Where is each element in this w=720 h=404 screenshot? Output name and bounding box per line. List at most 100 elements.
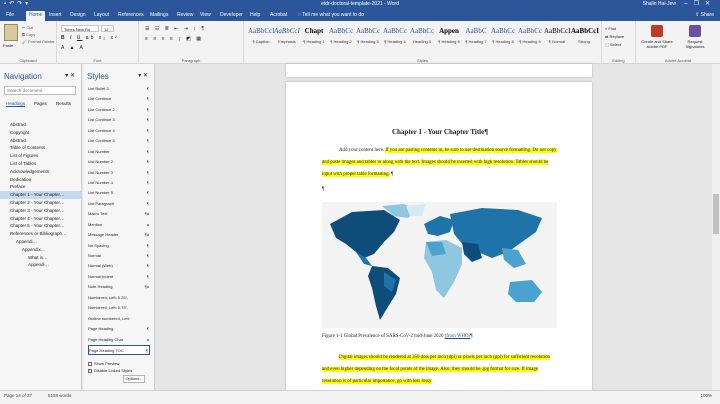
page-count[interactable]: Page 14 of 27 bbox=[4, 393, 32, 398]
select-button[interactable]: ⬚ Select bbox=[605, 41, 624, 49]
style-list-item[interactable]: List Continue 5 ¶ bbox=[88, 136, 150, 146]
restore-icon[interactable]: ❐ bbox=[694, 1, 705, 7]
tab-results[interactable]: Results bbox=[56, 101, 71, 106]
style-list-item[interactable]: Mention a bbox=[88, 220, 150, 230]
nav-heading-item[interactable]: Chapter 1 - Your Chapter… bbox=[0, 191, 82, 199]
cut-button[interactable]: ✂ Cut bbox=[22, 24, 55, 31]
style-heading-4[interactable]: AaBbCc ¶ Heading 4 bbox=[382, 24, 408, 51]
style-list-item[interactable]: Numbered, Left: 0.75", bbox=[88, 303, 150, 313]
replace-button[interactable]: ⇄ Replace bbox=[605, 33, 624, 41]
nav-heading-item[interactable]: Preface bbox=[0, 183, 82, 191]
word-count[interactable]: 5158 words bbox=[48, 393, 71, 398]
source-link[interactable]: (from WHO) bbox=[445, 334, 471, 339]
style-strong[interactable]: AaBbCcI Strong bbox=[571, 24, 599, 51]
nav-heading-item[interactable]: Abstract bbox=[0, 137, 82, 145]
style-emphasis[interactable]: AaBbCcI Emphasis bbox=[274, 24, 300, 51]
figure-caption[interactable]: Figure 1-1 Global Prevalence of SARS-CoV… bbox=[322, 334, 558, 339]
style-list-item[interactable]: Page Heading ¶ bbox=[88, 324, 150, 334]
paste-icon[interactable] bbox=[4, 24, 18, 41]
nav-heading-item[interactable]: Appendix… bbox=[0, 246, 82, 254]
style-heading-3[interactable]: AaBbCc ¶ Heading 3 bbox=[355, 24, 381, 51]
style-list-item[interactable]: Outline numbered, Left: bbox=[88, 314, 150, 324]
style-list-item[interactable]: Normal Indent ¶ bbox=[88, 272, 150, 282]
tab-acrobat[interactable]: Acrobat bbox=[270, 12, 287, 18]
scrollbar-thumb[interactable] bbox=[713, 194, 719, 234]
paste-button[interactable]: Paste bbox=[3, 43, 13, 48]
tab-help[interactable]: Help bbox=[250, 12, 260, 18]
style-list-item[interactable]: Note Heading ¶a bbox=[88, 282, 150, 292]
disable-linked-styles-checkbox[interactable]: Disable Linked Styles bbox=[88, 368, 132, 373]
search-document-input[interactable]: Search document bbox=[4, 86, 76, 95]
tab-home[interactable]: Home bbox=[26, 11, 46, 21]
user-name[interactable]: Shalin Hai-Jew bbox=[643, 1, 676, 7]
format-painter-button[interactable]: 🖌 Format Painter bbox=[22, 38, 55, 45]
nav-heading-item[interactable]: Dedication bbox=[0, 176, 82, 184]
style-heading-8[interactable]: AaBbCc ¶ Heading 8 bbox=[490, 24, 516, 51]
close-icon[interactable]: ▾ ✕ bbox=[138, 72, 148, 79]
tab-review[interactable]: Review bbox=[177, 12, 193, 18]
font-size-box[interactable]: 12 bbox=[101, 25, 114, 32]
style-heading-6[interactable]: Appen ¶ Heading 6 bbox=[436, 24, 462, 51]
body-paragraph-2[interactable]: Digital images should be rendered at 350… bbox=[322, 352, 558, 388]
chapter-heading[interactable]: Chapter 1 - Your Chapter Title¶ bbox=[323, 128, 557, 136]
tab-references[interactable]: References bbox=[118, 12, 144, 18]
nav-heading-item[interactable]: List of Tables bbox=[0, 160, 82, 168]
style-list-item[interactable]: List Continue 4 ¶ bbox=[88, 126, 150, 136]
style-list-item[interactable]: Page Heading Char a bbox=[88, 335, 150, 345]
style-list-item[interactable]: No Spacing ¶ bbox=[88, 241, 150, 251]
nav-heading-item[interactable]: Chapter 2 - Your Chapter… bbox=[0, 199, 82, 207]
nav-heading-item[interactable]: Chapter 3 - Your Chapter… bbox=[0, 207, 82, 215]
zoom-level[interactable]: 100% bbox=[700, 393, 712, 398]
font-format-buttons[interactable]: B I U ab x₂ x² bbox=[61, 35, 119, 41]
tab-developer[interactable]: Developer bbox=[220, 12, 243, 18]
tab-layout[interactable]: Layout bbox=[94, 12, 109, 18]
nav-heading-item[interactable]: List of Figures bbox=[0, 152, 82, 160]
style-heading-1[interactable]: Chapt ¶ Heading 1 bbox=[301, 24, 327, 51]
options-button[interactable]: Options... bbox=[123, 375, 145, 383]
style-list-item[interactable]: List Continue 3 ¶ bbox=[88, 115, 150, 125]
font-name-box[interactable]: Times New Ro bbox=[61, 25, 99, 32]
close-icon[interactable]: ▾ ✕ bbox=[65, 72, 75, 79]
style-list-item[interactable]: List Number 5 ¶ bbox=[88, 188, 150, 198]
style-list-item[interactable]: Macro Text ¶a bbox=[88, 209, 150, 219]
style-heading-5[interactable]: AaBbCc Heading 5 bbox=[409, 24, 435, 51]
tell-me-box[interactable]: ◌ Tell me what you want to do bbox=[298, 12, 364, 18]
body-paragraph-1[interactable]: Add your content here. If you are pastin… bbox=[322, 145, 558, 181]
share-button[interactable]: ⇪ Share bbox=[695, 12, 714, 18]
nav-heading-item[interactable]: Acknowledgements bbox=[0, 168, 82, 176]
copy-button[interactable]: ⧉ Copy bbox=[22, 31, 55, 38]
tab-view[interactable]: View bbox=[200, 12, 211, 18]
style-caption[interactable]: AaBbCcI ¶ Caption bbox=[248, 24, 274, 51]
style-list-item[interactable]: List Number 4 ¶ bbox=[88, 178, 150, 188]
style-heading-9[interactable]: AaBbCc ¶ Heading 9 bbox=[517, 24, 543, 51]
align-buttons[interactable]: ≡ ≡ ≡ ≡ ↨ ◩ ▦ bbox=[145, 36, 203, 42]
style-list-item[interactable]: List Number ¶ bbox=[88, 147, 150, 157]
tab-headings[interactable]: Headings bbox=[6, 101, 26, 107]
nav-heading-item[interactable]: Table of Contents bbox=[0, 144, 82, 152]
style-list-item[interactable]: List Continue 2 ¶ bbox=[88, 105, 150, 115]
nav-heading-item[interactable]: Abstract bbox=[0, 121, 82, 129]
style-list-item[interactable]: Page Heading TOC ¶ bbox=[88, 344, 150, 356]
tab-mailings[interactable]: Mailings bbox=[150, 12, 168, 18]
style-list-item[interactable]: List Bullet 3 ¶ bbox=[88, 84, 150, 94]
show-preview-checkbox[interactable]: Show Preview bbox=[88, 361, 119, 366]
style-list-item[interactable]: List Paragraph ¶ bbox=[88, 199, 150, 209]
nav-heading-item[interactable]: Chapter 4 - Your Chapter… bbox=[0, 215, 82, 223]
style-list-item[interactable]: List Number 3 ¶ bbox=[88, 168, 150, 178]
tab-design[interactable]: Design bbox=[70, 12, 86, 18]
minimize-icon[interactable]: – bbox=[684, 1, 693, 7]
find-button[interactable]: ⌕ Find bbox=[605, 25, 624, 33]
list-buttons[interactable]: ☰ ☷ ≣ ⇤ ⇥ ↕ ¶ bbox=[145, 26, 206, 32]
vertical-scrollbar[interactable] bbox=[712, 64, 720, 390]
nav-heading-item[interactable]: What is… bbox=[0, 254, 82, 262]
tab-insert[interactable]: Insert bbox=[49, 12, 62, 18]
nav-heading-item[interactable]: Appendi… bbox=[0, 261, 82, 269]
style-normal[interactable]: AaBbCcI ¶ Normal bbox=[544, 24, 570, 51]
create-share-pdf-button[interactable]: Create and Share Adobe PDF bbox=[638, 25, 676, 49]
nav-heading-item[interactable]: References or Bibliograph… bbox=[0, 230, 82, 238]
close-icon[interactable]: ✕ bbox=[705, 1, 716, 7]
style-list-item[interactable]: Normal ¶ bbox=[88, 251, 150, 261]
style-list-item[interactable]: Normal (Web) ¶ bbox=[88, 261, 150, 271]
style-heading-7[interactable]: AaBbC ¶ Heading 7 bbox=[463, 24, 489, 51]
world-map-image[interactable] bbox=[322, 202, 557, 328]
